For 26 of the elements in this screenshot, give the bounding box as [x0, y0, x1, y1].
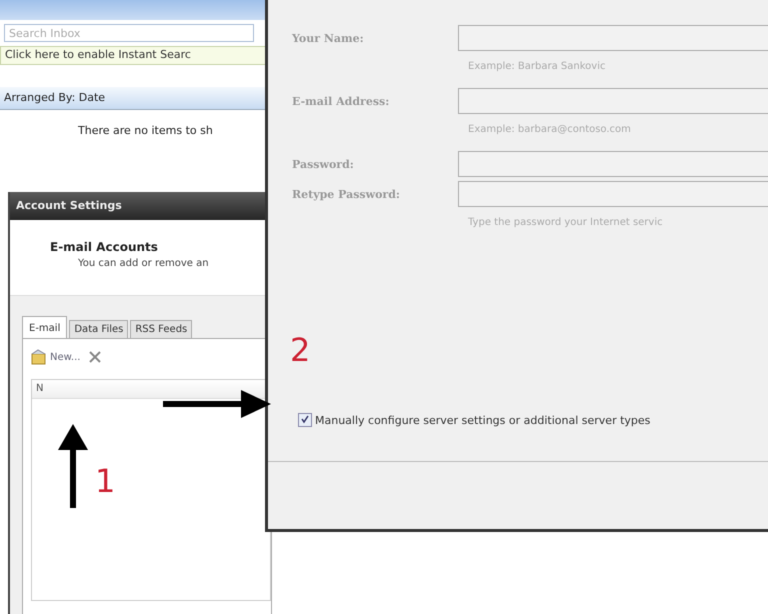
- search-field[interactable]: Search Inbox: [4, 24, 254, 42]
- field-label: Your Name:: [292, 32, 365, 44]
- field-hint: Example: Barbara Sankovic: [467, 60, 606, 74]
- arrange-by-header[interactable]: Arranged By: Date: [0, 87, 268, 110]
- field-label: Password:: [292, 158, 355, 170]
- input-field[interactable]: [458, 25, 768, 51]
- field-hint: Example: barbara@contoso.com: [467, 123, 632, 137]
- input-field[interactable]: [458, 88, 768, 114]
- step-number: 1: [95, 462, 116, 500]
- step-number: 2: [290, 331, 310, 369]
- empty-message: There are no items to sh: [77, 124, 214, 137]
- tab[interactable]: Data Files: [69, 320, 128, 338]
- input-field[interactable]: [458, 151, 768, 177]
- new-button[interactable]: New...: [31, 349, 80, 365]
- section-heading: E-mail Accounts: [50, 240, 159, 254]
- input-field[interactable]: [458, 181, 768, 207]
- section-description: You can add or remove an: [78, 258, 210, 269]
- field-hint: Type the password your Internet servic: [467, 216, 664, 230]
- mailbox-icon: [31, 349, 47, 365]
- tab[interactable]: E-mail: [22, 316, 68, 338]
- instant-search-bar[interactable]: Click here to enable Instant Searc: [0, 46, 268, 65]
- field-label: Retype Password:: [292, 188, 401, 200]
- checkbox[interactable]: [298, 413, 312, 427]
- checkbox-label: Manually configure server settings or additional server types: [315, 414, 650, 426]
- field-label: E-mail Address:: [292, 94, 390, 108]
- tab[interactable]: RSS Feeds: [130, 320, 192, 338]
